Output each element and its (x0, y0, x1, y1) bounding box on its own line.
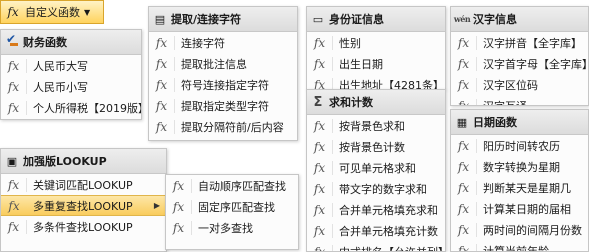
menu-item-multi-repeat-lookup[interactable]: fx 多重复查找LOOKUP ▶ (1, 195, 166, 216)
fx-icon: fx (307, 139, 333, 154)
chinese-menu: wén 汉字信息 fx 汉字拼音【全字库】 fx 汉字首字母【全字库】 fx 汉字区位… (450, 6, 589, 106)
wen-icon: wén (453, 14, 471, 24)
menu-item-extract-separator[interactable]: fx 提取分隔符前/后内容 (149, 116, 297, 137)
menu-item-sum-bgcolor[interactable]: fx 按背景色求和 (307, 115, 445, 136)
fx-icon: fx (451, 77, 477, 92)
fx-icon: fx (307, 202, 333, 217)
menu-item-translate[interactable]: fx 汉字互译 (451, 95, 588, 105)
menu-item-keyword-lookup[interactable]: fx 关键词匹配LOOKUP (1, 174, 166, 195)
sum-count-menu: Σ 求和计数 fx 按背景色求和 fx 按背景色计数 fx 可见单元格求和 fx 带文字… (306, 89, 446, 252)
text-table-icon: ▤ (154, 12, 166, 26)
lookup-icon: ▣ (6, 154, 18, 168)
fx-icon: fx (166, 199, 192, 214)
fx-icon: fx (307, 244, 333, 251)
menu-item-multi-condition-lookup[interactable]: fx 多条件查找LOOKUP (1, 216, 166, 237)
dropdown-arrow-icon: ▼ (84, 7, 91, 17)
fx-icon: fx (149, 56, 175, 71)
fx-icon: fx (451, 159, 477, 174)
finance-header[interactable]: 财务函数 (1, 30, 141, 55)
menu-item-birthdate[interactable]: fx 出生日期 (307, 53, 445, 74)
menu-item-merged-sum[interactable]: fx 合并单元格填充求和 (307, 199, 445, 220)
menu-item-rmb-upper[interactable]: fx 人民币大写 (1, 55, 141, 76)
fx-icon: fx (451, 180, 477, 195)
fx-icon: fx (166, 220, 192, 235)
date-menu: ▦ 日期函数 fx 阳历时间转农历 fx 数字转换为星期 fx 判断某天是星期几 fx… (450, 109, 589, 252)
fx-icon: fx (307, 56, 333, 71)
fx-icon: fx (1, 219, 27, 234)
fx-icon: fx (149, 35, 175, 50)
lookup-header[interactable]: ▣ 加强版LOOKUP (1, 149, 166, 174)
menu-item-area-code[interactable]: fx 汉字区位码 (451, 74, 588, 95)
text-join-header[interactable]: ▤ 提取/连接字符 (149, 7, 297, 32)
fx-icon: fx (307, 181, 333, 196)
fx-icon: fx (451, 243, 477, 251)
menu-item-lunar[interactable]: fx 阳历时间转农历 (451, 135, 588, 156)
fx-icon: fx (166, 178, 192, 193)
menu-item-income-tax[interactable]: fx 个人所得税【2019版】 (1, 97, 141, 118)
checkmark-icon (1, 32, 23, 49)
menu-item-auto-order-lookup[interactable]: fx 自动顺序匹配查找 (166, 175, 298, 196)
fx-icon: fx (307, 223, 333, 238)
menu-item-sum-visible[interactable]: fx 可见单元格求和 (307, 157, 445, 178)
menu-item-extract-comment[interactable]: fx 提取批注信息 (149, 53, 297, 74)
menu-item-one-to-many[interactable]: fx 一对多查找 (166, 217, 298, 238)
date-header[interactable]: ▦ 日期函数 (451, 110, 588, 135)
menu-item-symbol-join[interactable]: fx 符号连接指定字符 (149, 74, 297, 95)
menu-item-num-to-weekday[interactable]: fx 数字转换为星期 (451, 156, 588, 177)
id-card-icon: ▭ (312, 12, 324, 26)
fx-icon: fx (8, 198, 20, 213)
menu-item-extract-type[interactable]: fx 提取指定类型字符 (149, 95, 297, 116)
menu-item-initials[interactable]: fx 汉字首字母【全字库】 (451, 53, 588, 74)
fx-icon: fx (149, 77, 175, 92)
fx-icon: fx (149, 119, 175, 134)
menu-item-rmb-lower[interactable]: fx 人民币小写 (1, 76, 141, 97)
menu-item-which-weekday[interactable]: fx 判断某天是星期几 (451, 177, 588, 198)
lookup-menu: ▣ 加强版LOOKUP fx 关键词匹配LOOKUP fx 多重复查找LOOKUP ▶… (0, 148, 167, 252)
fx-icon: fx (7, 5, 19, 19)
fx-icon: fx (451, 201, 477, 216)
fx-icon: fx (307, 160, 333, 175)
menu-item-count-bgcolor[interactable]: fx 按背景色计数 (307, 136, 445, 157)
menu-item-pinyin[interactable]: fx 汉字拼音【全字库】 (451, 32, 588, 53)
fx-icon: fx (451, 222, 477, 237)
finance-menu: 财务函数 fx人民币大写 fx人民币小写 fx个人所得税【2019版】 (0, 29, 142, 120)
fx-icon: fx (1, 79, 27, 94)
idcard-menu: ▭ 身份证信息 fx 性别 fx 出生日期 fx 出生地址【4281条】 (306, 6, 446, 90)
lookup-submenu: fx 自动顺序匹配查找 fx 固定序匹配查找 fx 一对多查找 (165, 174, 299, 250)
custom-functions-button[interactable]: fx 自定义函数 ▼ (0, 0, 104, 24)
sum-count-header[interactable]: Σ 求和计数 (307, 90, 445, 115)
fx-icon: fx (1, 177, 27, 192)
menu-item-chinese-rank[interactable]: fx 中式排名【允许并列】 (307, 241, 445, 251)
sigma-icon: Σ (313, 94, 323, 110)
fx-icon: fx (451, 56, 477, 71)
menu-item-birthplace[interactable]: fx 出生地址【4281条】 (307, 74, 445, 89)
fx-icon: fx (1, 100, 27, 115)
fx-icon: fx (1, 58, 27, 73)
fx-icon: fx (307, 35, 333, 50)
menu-item-gender[interactable]: fx 性别 (307, 32, 445, 53)
menu-item-fixed-order-lookup[interactable]: fx 固定序匹配查找 (166, 196, 298, 217)
menu-item-zodiac[interactable]: fx 计算某日期的届相 (451, 198, 588, 219)
chinese-header[interactable]: wén 汉字信息 (451, 7, 588, 32)
menu-item-month-diff[interactable]: fx 两时间的间隔月份数 (451, 219, 588, 240)
menu-item-merged-count[interactable]: fx 合并单元格填充计数 (307, 220, 445, 241)
fx-icon: fx (451, 138, 477, 153)
menu-item-age[interactable]: fx 计算当前年龄 (451, 240, 588, 251)
fx-icon: fx (307, 118, 333, 133)
custom-functions-label: 自定义函数 (25, 6, 80, 19)
fx-icon: fx (149, 98, 175, 113)
idcard-header[interactable]: ▭ 身份证信息 (307, 7, 445, 32)
fx-icon: fx (451, 35, 477, 50)
calendar-icon: ▦ (456, 115, 468, 129)
menu-item-sum-text-numbers[interactable]: fx 带文字的数字求和 (307, 178, 445, 199)
text-join-menu: ▤ 提取/连接字符 fx 连接字符 fx 提取批注信息 fx 符号连接指定字符 fx 提… (148, 6, 298, 141)
menu-item-join-chars[interactable]: fx 连接字符 (149, 32, 297, 53)
fx-icon: fx (451, 98, 477, 105)
